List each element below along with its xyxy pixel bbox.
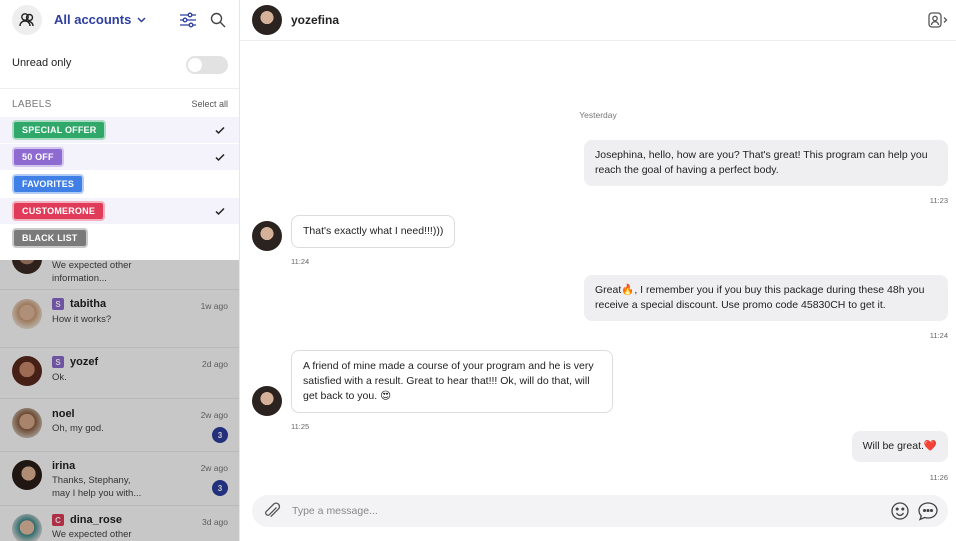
sidebar: All accounts Unread only LABELS Select a… xyxy=(0,0,240,541)
message-time: 11:23 xyxy=(929,196,948,205)
check-icon xyxy=(215,207,225,216)
filter-sliders-icon[interactable] xyxy=(178,10,198,30)
conversation-list: We expected other information... S tabit… xyxy=(0,260,239,541)
chat-panel: yozefina Yesterday Josephina, hello, how… xyxy=(240,0,956,541)
label-chip: SPECIAL OFFER xyxy=(12,120,107,140)
sidebar-topbar: All accounts xyxy=(0,0,239,40)
conversation-preview: Ok. xyxy=(52,372,67,383)
conversation-preview: How it works? xyxy=(52,314,112,325)
label-badge: C xyxy=(52,514,64,526)
label-chip: BLACK LIST xyxy=(12,228,88,248)
message-time: 11:24 xyxy=(291,257,310,266)
contact-avatar xyxy=(252,221,282,251)
contact-name: tabitha xyxy=(70,298,107,310)
quick-replies-icon[interactable] xyxy=(917,501,939,521)
conversation-item[interactable]: S tabitha 1w ago How it works? xyxy=(0,290,239,348)
unread-only-label: Unread only xyxy=(12,57,72,69)
contact-name: yozef xyxy=(70,356,99,368)
message-bubble-outgoing: Will be great.❤️ xyxy=(851,431,948,462)
contact-name: irina xyxy=(52,460,76,472)
conversation-item[interactable]: We expected other information... xyxy=(0,260,239,290)
conversation-name: irina xyxy=(52,460,75,472)
message-bubble-incoming: A friend of mine made a course of your p… xyxy=(291,350,613,413)
label-row-special-offer[interactable]: SPECIAL OFFER xyxy=(0,117,239,143)
message-time: 11:26 xyxy=(929,473,948,482)
contact-name-title: yozefina xyxy=(291,13,340,27)
message-time: 11:24 xyxy=(929,331,948,340)
label-chip: 50 OFF xyxy=(12,147,64,167)
avatar xyxy=(12,356,42,386)
account-selector-label: All accounts xyxy=(54,12,132,27)
label-row-50-off[interactable]: 50 OFF xyxy=(0,144,239,170)
check-icon xyxy=(215,153,225,162)
account-selector[interactable]: All accounts xyxy=(54,12,146,27)
label-badge: S xyxy=(52,298,64,310)
heart-emoji-icon: ❤️ xyxy=(923,440,937,452)
conversation-name: C dina_rose xyxy=(52,514,122,526)
label-chip: FAVORITES xyxy=(12,174,85,194)
conversation-time: 1w ago xyxy=(200,301,228,311)
label-chip: CUSTOMERONE xyxy=(12,201,106,221)
avatar xyxy=(12,299,42,329)
labels-header: LABELS Select all xyxy=(12,99,228,111)
search-icon[interactable] xyxy=(208,10,228,30)
message-composer xyxy=(252,495,948,527)
paperclip-icon[interactable] xyxy=(262,502,282,520)
avatar xyxy=(12,260,42,274)
contact-info-icon[interactable] xyxy=(928,11,948,29)
conversation-time: 2d ago xyxy=(202,359,228,369)
conversation-item[interactable]: S yozef 2d ago Ok. xyxy=(0,348,239,399)
unread-count-badge: 3 xyxy=(212,480,228,496)
message-bubble-outgoing: Josephina, hello, how are you? That's gr… xyxy=(584,140,948,186)
select-all-link[interactable]: Select all xyxy=(191,99,228,109)
conversation-item[interactable]: noel 2w ago Oh, my god. 3 xyxy=(0,399,239,452)
check-icon xyxy=(215,126,225,135)
conversation-preview: Oh, my god. xyxy=(52,423,104,434)
label-badge: S xyxy=(52,356,64,368)
unread-only-row: Unread only xyxy=(0,44,239,86)
contact-avatar xyxy=(252,386,282,416)
label-row-favorites[interactable]: FAVORITES xyxy=(0,171,239,197)
fire-emoji-icon: 🔥 xyxy=(621,284,635,296)
message-text: Great xyxy=(595,284,622,296)
avatar xyxy=(12,408,42,438)
message-input[interactable] xyxy=(292,502,832,520)
heart-eyes-emoji-icon: 😍 xyxy=(380,390,392,402)
toggle-knob xyxy=(188,58,202,72)
chat-header: yozefina xyxy=(240,0,956,41)
message-time: 11:25 xyxy=(291,422,310,431)
labels-title: LABELS xyxy=(12,99,52,110)
app: All accounts Unread only LABELS Select a… xyxy=(0,0,956,541)
conversation-time: 2w ago xyxy=(200,463,228,473)
day-separator: Yesterday xyxy=(579,110,617,120)
contact-avatar[interactable] xyxy=(252,5,282,35)
conversation-item[interactable]: C dina_rose 3d ago We expected other xyxy=(0,506,239,541)
message-text: A friend of mine made a course of your p… xyxy=(303,360,594,402)
contact-name: noel xyxy=(52,408,75,420)
message-text: Will be great. xyxy=(862,440,924,452)
message-bubble-outgoing: Great🔥, I remember you if you buy this p… xyxy=(584,275,948,321)
conversation-preview: We expected other information... xyxy=(52,260,132,284)
unread-count-badge: 3 xyxy=(212,427,228,443)
message-bubble-incoming: That's exactly what I need!!!))) xyxy=(291,215,456,248)
avatar xyxy=(12,460,42,490)
label-row-black-list[interactable]: BLACK LIST xyxy=(0,225,239,251)
conversation-name: noel xyxy=(52,408,75,420)
contact-name: dina_rose xyxy=(70,514,122,526)
conversation-preview: We expected other xyxy=(52,529,132,540)
conversation-time: 3d ago xyxy=(202,517,228,527)
conversation-item[interactable]: irina 2w ago Thanks, Stephany, may I hel… xyxy=(0,452,239,506)
chevron-down-icon xyxy=(137,16,146,23)
message-text: , I remember you if you buy this package… xyxy=(595,284,925,311)
conversation-preview: Thanks, Stephany, may I help you with... xyxy=(52,475,142,499)
conversation-time: 2w ago xyxy=(200,410,228,420)
unread-only-toggle[interactable] xyxy=(186,56,228,74)
label-row-customerone[interactable]: CUSTOMERONE xyxy=(0,198,239,224)
labels-dropdown: LABELS Select all SPECIAL OFFER 50 OFF F… xyxy=(0,88,239,260)
conversation-name: S yozef xyxy=(52,356,98,368)
conversation-name: S tabitha xyxy=(52,298,106,310)
emoji-smile-icon[interactable] xyxy=(890,501,910,521)
avatar xyxy=(12,514,42,541)
account-avatar-icon[interactable] xyxy=(12,5,42,35)
